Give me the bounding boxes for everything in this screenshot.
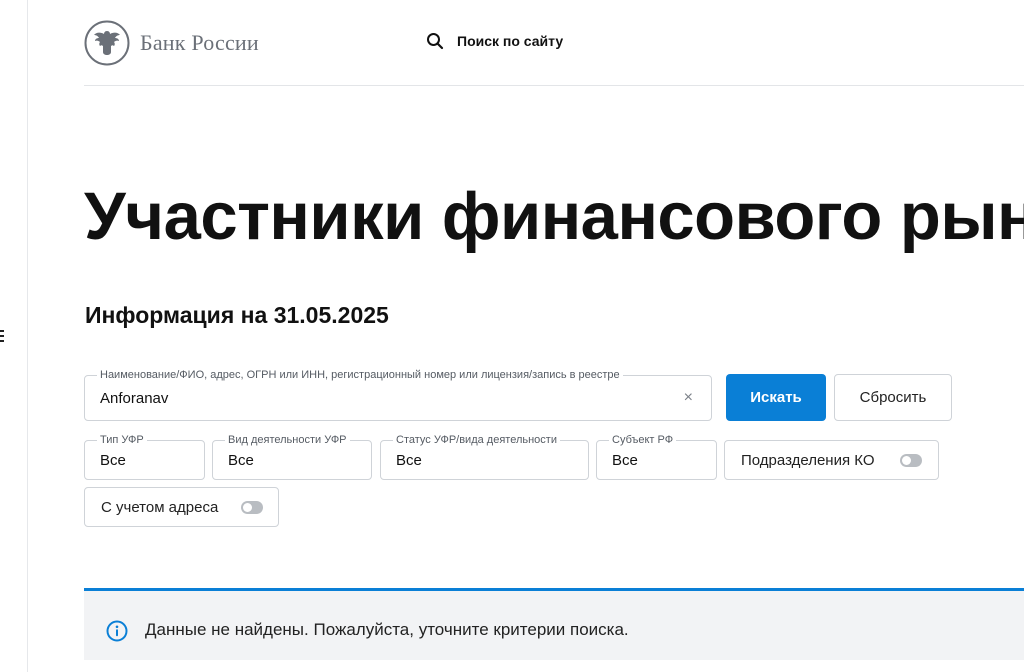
- filter-subject-value: Все: [612, 452, 638, 469]
- search-icon: [427, 33, 444, 50]
- search-input-value: Anforanav: [100, 390, 169, 407]
- site-search-link[interactable]: Поиск по сайту: [426, 32, 563, 50]
- filter-activity-value: Все: [228, 452, 254, 469]
- left-rail: [0, 0, 28, 672]
- alert-message: Данные не найдены. Пожалуйста, уточните …: [145, 620, 629, 639]
- page-title: Участники финансового рын: [84, 179, 1024, 254]
- hamburger-menu-icon[interactable]: [0, 329, 4, 343]
- filter-status-select[interactable]: Статус УФР/вида деятельности Все: [380, 434, 589, 480]
- filter-activity-select[interactable]: Вид деятельности УФР Все: [212, 434, 372, 480]
- with-address-toggle[interactable]: С учетом адреса: [84, 487, 279, 527]
- reset-button[interactable]: Сбросить: [834, 374, 952, 421]
- filter-activity-legend: Вид деятельности УФР: [225, 434, 350, 447]
- filter-status-value: Все: [396, 452, 422, 469]
- search-input-legend: Наименование/ФИО, адрес, ОГРН или ИНН, р…: [97, 369, 623, 382]
- filter-subject-select[interactable]: Субъект РФ Все: [596, 434, 717, 480]
- info-icon: [106, 620, 128, 642]
- filter-subject-legend: Субъект РФ: [609, 434, 677, 447]
- subdivisions-ko-toggle[interactable]: Подразделения КО: [724, 440, 939, 480]
- logo-link[interactable]: Банк России: [84, 20, 259, 66]
- search-link-label: Поиск по сайту: [457, 33, 564, 49]
- clear-icon[interactable]: ×: [684, 389, 693, 407]
- bank-emblem-icon: [84, 20, 130, 66]
- info-date-heading: Информация на 31.05.2025: [85, 302, 389, 328]
- site-header: Банк России Поиск по сайту: [84, 0, 1024, 86]
- filter-type-select[interactable]: Тип УФР Все: [84, 434, 205, 480]
- search-button[interactable]: Искать: [726, 374, 826, 421]
- toggle-switch[interactable]: [241, 501, 263, 514]
- no-results-alert: Данные не найдены. Пожалуйста, уточните …: [84, 588, 1024, 660]
- filter-status-legend: Статус УФР/вида деятельности: [393, 434, 560, 447]
- toggle-switch[interactable]: [900, 454, 922, 467]
- logo-text: Банк России: [140, 30, 259, 55]
- with-address-label: С учетом адреса: [101, 498, 219, 516]
- search-input[interactable]: Наименование/ФИО, адрес, ОГРН или ИНН, р…: [84, 369, 712, 421]
- filter-type-legend: Тип УФР: [97, 434, 147, 447]
- filter-type-value: Все: [100, 452, 126, 469]
- subdivisions-ko-label: Подразделения КО: [741, 451, 875, 469]
